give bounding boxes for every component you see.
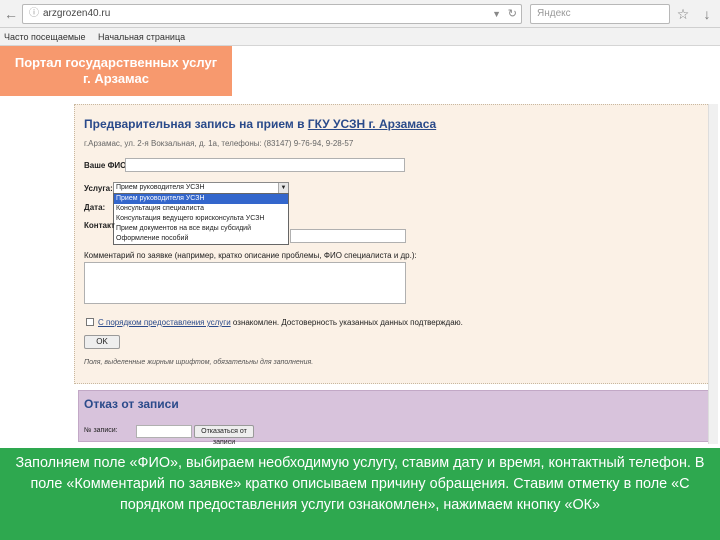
url-text: arzgrozen40.ru: [43, 8, 111, 19]
reload-icon[interactable]: ↻: [508, 5, 517, 23]
agree-link[interactable]: С порядком предоставления услуги: [98, 318, 231, 327]
service-option[interactable]: Консультация ведущего юрисконсульта УСЗН: [114, 214, 288, 224]
date-label: Дата:: [84, 203, 106, 212]
address-bar[interactable]: ⓘ arzgrozen40.ru ▼ ↻: [22, 4, 522, 24]
bookmark-home[interactable]: Начальная страница: [98, 32, 185, 42]
cancel-button[interactable]: Отказаться от записи: [194, 425, 254, 446]
fio-input[interactable]: [125, 158, 405, 172]
dropdown-icon[interactable]: ▼: [492, 5, 501, 23]
required-fields-note: Поля, выделенные жирным шрифтом, обязате…: [84, 359, 314, 366]
agree-rest: ознакомлен. Достоверность указанных данн…: [230, 318, 463, 327]
bookmarks-bar: Часто посещаемые Начальная страница: [0, 28, 720, 46]
cancel-number-label: № записи:: [84, 427, 118, 434]
fio-label: Ваше ФИО:: [84, 161, 130, 170]
comment-label: Комментарий по заявке (например, кратко …: [84, 251, 417, 260]
service-option[interactable]: Оформление пособий: [114, 234, 288, 244]
banner-line-2: г. Арзамас: [83, 71, 149, 86]
phone-input[interactable]: [290, 229, 406, 243]
service-option[interactable]: Прием руководителя УСЗН: [114, 194, 288, 204]
service-dropdown-list[interactable]: Прием руководителя УСЗН Консультация спе…: [113, 193, 289, 245]
agree-checkbox[interactable]: [86, 318, 94, 326]
service-label: Услуга:: [84, 184, 113, 193]
form-title-prefix: Предварительная запись на прием в: [84, 117, 308, 131]
download-icon[interactable]: ↓: [698, 5, 716, 23]
service-selected-value: Прием руководителя УСЗН: [116, 184, 205, 191]
instruction-caption: Заполняем поле «ФИО», выбираем необходим…: [0, 448, 720, 540]
search-input[interactable]: Яндекс: [530, 4, 670, 24]
back-arrow-icon[interactable]: ←: [2, 5, 20, 23]
page-scrollbar[interactable]: [708, 104, 718, 444]
browser-toolbar: ← ⓘ arzgrozen40.ru ▼ ↻ Яндекс ☆ ↓: [0, 0, 720, 28]
contact-label: Контакт: [84, 221, 115, 230]
agency-address: г.Арзамас, ул. 2-я Вокзальная, д. 1а, те…: [84, 139, 354, 148]
comment-textarea[interactable]: [84, 262, 406, 304]
agency-link[interactable]: ГКУ УСЗН г. Арзамаса: [308, 117, 436, 131]
form-title: Предварительная запись на прием в ГКУ УС…: [84, 117, 436, 131]
cancel-title: Отказ от записи: [84, 397, 179, 411]
banner-line-1: Портал государственных услуг: [14, 55, 218, 70]
globe-icon: ⓘ: [29, 8, 39, 19]
portal-banner[interactable]: Портал государственных услуг г. Арзамас: [0, 46, 232, 96]
service-option[interactable]: Прием документов на все виды субсидий: [114, 224, 288, 234]
search-placeholder: Яндекс: [537, 8, 571, 19]
agree-text: С порядком предоставления услуги ознаком…: [98, 318, 463, 327]
service-option[interactable]: Консультация специалиста: [114, 204, 288, 214]
chevron-down-icon[interactable]: ▼: [278, 183, 288, 193]
star-icon[interactable]: ☆: [674, 5, 692, 23]
cancel-number-input[interactable]: [136, 425, 192, 438]
ok-button[interactable]: OK: [84, 335, 120, 349]
bookmark-frequent[interactable]: Часто посещаемые: [4, 32, 86, 42]
